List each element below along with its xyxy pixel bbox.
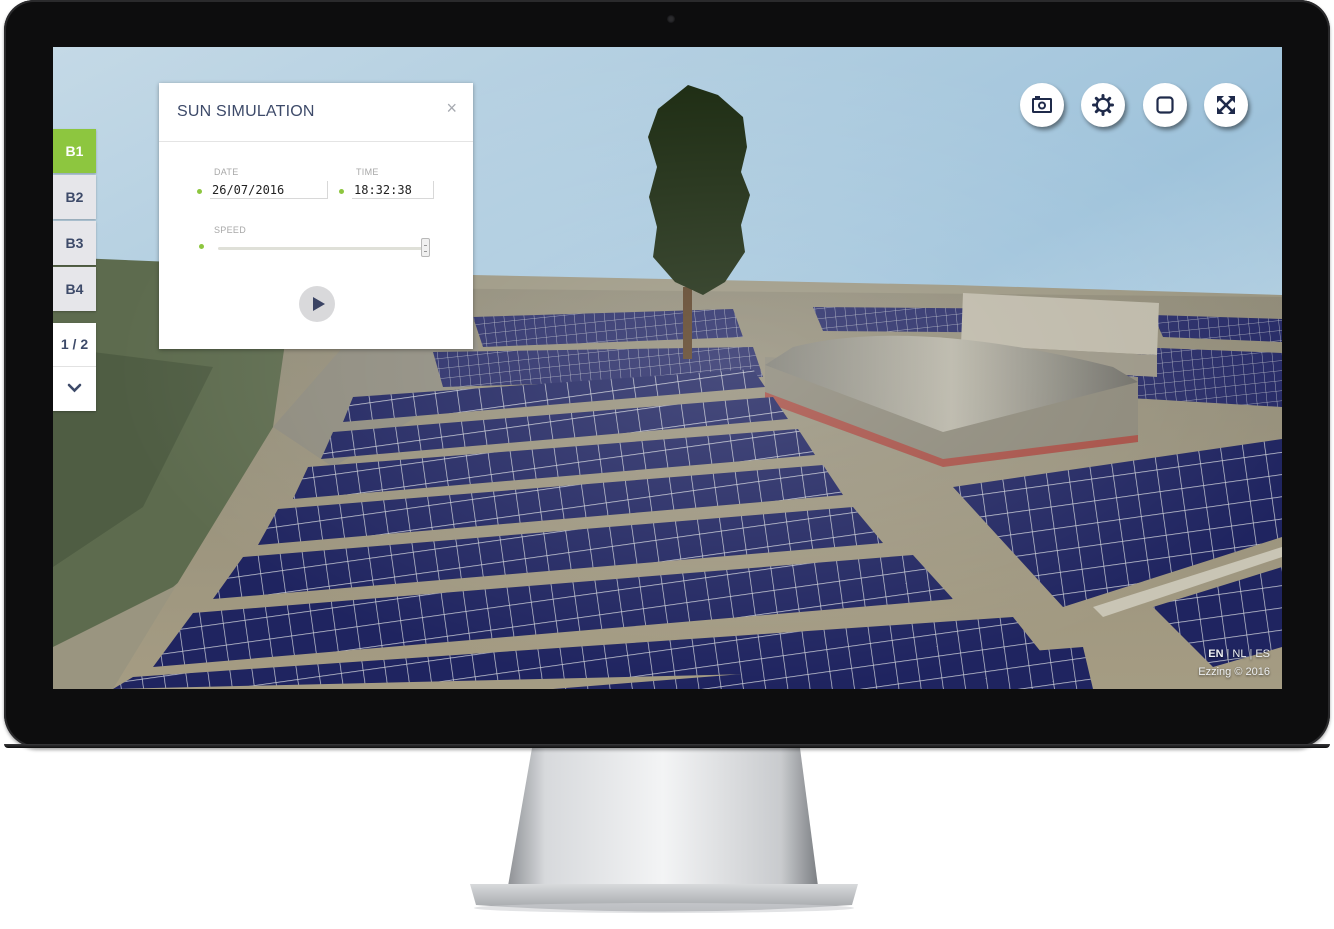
speed-slider-handle[interactable] [421, 238, 430, 257]
copyright-text: Ezzing © 2016 [1198, 666, 1270, 678]
language-en[interactable]: EN [1208, 648, 1223, 660]
time-label: TIME [356, 167, 379, 177]
time-input[interactable]: 18:32:38 [352, 181, 434, 199]
camera-icon [1032, 96, 1052, 113]
viewer-screen[interactable]: B1 B2 B3 B4 1 / 2 SUN SIMULATION × DATE … [53, 47, 1282, 689]
speed-bullet [199, 244, 204, 249]
building-tab-b2[interactable]: B2 [53, 175, 96, 219]
speed-label: SPEED [214, 225, 247, 235]
webcam [667, 15, 675, 23]
settings-button[interactable] [1081, 83, 1125, 127]
chevron-down-icon [67, 383, 82, 393]
square-icon [1156, 96, 1174, 114]
next-page-button[interactable] [53, 367, 96, 411]
play-button[interactable] [299, 286, 335, 322]
sun-simulation-panel: SUN SIMULATION × DATE 26/07/2016 TIME 18… [159, 83, 473, 349]
close-icon[interactable]: × [446, 98, 457, 119]
date-input[interactable]: 26/07/2016 [210, 181, 328, 199]
language-es[interactable]: ES [1255, 648, 1270, 660]
fullscreen-icon [1217, 96, 1235, 114]
building-pager: 1 / 2 [53, 323, 96, 411]
play-icon [313, 297, 325, 311]
viewer-footer: EN | NL | ES Ezzing © 2016 [1198, 645, 1270, 681]
fullscreen-button[interactable] [1204, 83, 1248, 127]
language-switcher: EN | NL | ES [1208, 648, 1270, 660]
building-tab-b1[interactable]: B1 [53, 129, 96, 173]
settings-icon [1092, 94, 1114, 116]
language-nl[interactable]: NL [1232, 648, 1246, 660]
page-indicator: 1 / 2 [53, 323, 96, 367]
building-tab-b3[interactable]: B3 [53, 221, 96, 265]
screenshot-button[interactable] [1020, 83, 1064, 127]
date-label: DATE [214, 167, 239, 177]
time-bullet [339, 189, 344, 194]
panel-header: SUN SIMULATION × [159, 83, 473, 142]
square-view-button[interactable] [1143, 83, 1187, 127]
panel-title: SUN SIMULATION [177, 103, 315, 120]
speed-slider-track[interactable] [218, 247, 430, 250]
building-tab-b4[interactable]: B4 [53, 267, 96, 311]
date-bullet [197, 189, 202, 194]
